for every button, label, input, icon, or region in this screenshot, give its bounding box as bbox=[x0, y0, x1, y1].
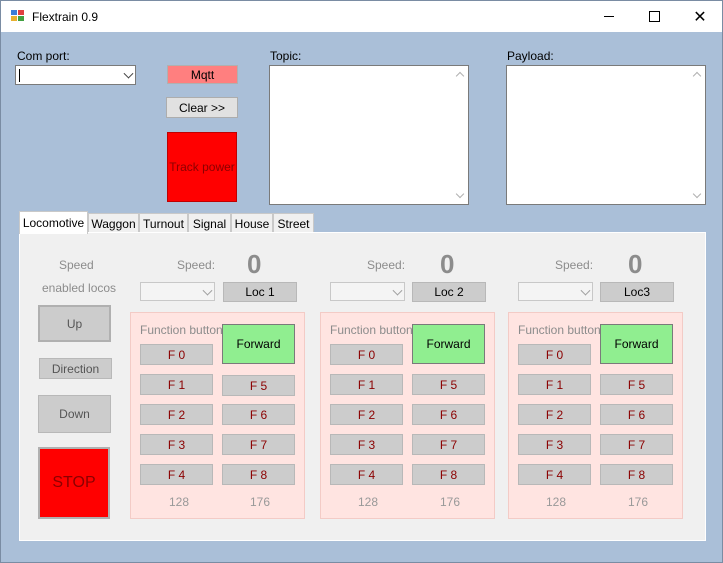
loco2-f5-button[interactable]: F 5 bbox=[412, 374, 485, 395]
tab-signal[interactable]: Signal bbox=[188, 213, 231, 233]
scroll-down-icon[interactable] bbox=[455, 189, 465, 199]
loco1-function-label: Function button bbox=[140, 323, 223, 337]
text-cursor bbox=[19, 69, 20, 82]
loco1-f1-button[interactable]: F 1 bbox=[140, 374, 213, 395]
direction-button[interactable]: Direction bbox=[39, 358, 112, 379]
enabled-locos-label: enabled locos bbox=[42, 281, 117, 295]
com-port-select[interactable] bbox=[15, 65, 136, 85]
loco1-forward-button[interactable]: Forward bbox=[222, 324, 295, 364]
loco2-f8-button[interactable]: F 8 bbox=[412, 464, 485, 485]
loco3-f2-button[interactable]: F 2 bbox=[518, 404, 591, 425]
tab-locomotive[interactable]: Locomotive bbox=[19, 211, 88, 234]
window-title: Flextrain 0.9 bbox=[32, 10, 99, 24]
loco2-f2-button[interactable]: F 2 bbox=[330, 404, 403, 425]
loco2-forward-button[interactable]: Forward bbox=[412, 324, 485, 364]
minimize-icon[interactable] bbox=[586, 1, 632, 32]
tab-street[interactable]: Street bbox=[273, 213, 314, 233]
chevron-down-icon bbox=[392, 285, 403, 296]
loco2-speed-label: Speed: bbox=[367, 258, 406, 272]
tab-waggon[interactable]: Waggon bbox=[88, 213, 139, 233]
speed-label: Speed bbox=[59, 258, 94, 272]
loco3-button[interactable]: Loc3 bbox=[600, 282, 674, 302]
chevron-down-icon bbox=[580, 285, 591, 296]
down-button[interactable]: Down bbox=[38, 395, 111, 433]
loco1-speed-value: 0 bbox=[247, 249, 262, 279]
loco1-f6-button[interactable]: F 6 bbox=[222, 404, 295, 425]
loco1-value-right: 176 bbox=[250, 495, 271, 509]
loco3-value-left: 128 bbox=[546, 495, 567, 509]
app-icon bbox=[11, 10, 25, 22]
loco2-f4-button[interactable]: F 4 bbox=[330, 464, 403, 485]
scroll-down-icon[interactable] bbox=[692, 189, 702, 199]
loco3-speed-label: Speed: bbox=[555, 258, 594, 272]
loco2-f0-button[interactable]: F 0 bbox=[330, 344, 403, 365]
up-button[interactable]: Up bbox=[38, 305, 111, 342]
loco1-f8-button[interactable]: F 8 bbox=[222, 464, 295, 485]
close-icon[interactable]: ✕ bbox=[677, 1, 723, 32]
loco3-f4-button[interactable]: F 4 bbox=[518, 464, 591, 485]
loco2-f1-button[interactable]: F 1 bbox=[330, 374, 403, 395]
clear-button[interactable]: Clear >> bbox=[166, 97, 238, 118]
title-bar: Flextrain 0.9 ✕ bbox=[1, 1, 722, 32]
mqtt-button[interactable]: Mqtt bbox=[167, 65, 238, 84]
loco2-f3-button[interactable]: F 3 bbox=[330, 434, 403, 455]
stop-button[interactable]: STOP bbox=[38, 447, 110, 519]
loco1-f7-button[interactable]: F 7 bbox=[222, 434, 295, 455]
loco1-f4-button[interactable]: F 4 bbox=[140, 464, 213, 485]
loco3-select[interactable] bbox=[518, 282, 593, 301]
loco3-value-right: 176 bbox=[628, 495, 649, 509]
loco2-speed-value: 0 bbox=[440, 249, 455, 279]
loco3-f5-button[interactable]: F 5 bbox=[600, 374, 673, 395]
loco3-f3-button[interactable]: F 3 bbox=[518, 434, 591, 455]
loco3-f7-button[interactable]: F 7 bbox=[600, 434, 673, 455]
payload-label: Payload: bbox=[507, 49, 554, 63]
chevron-down-icon bbox=[123, 68, 134, 79]
payload-scrollbar[interactable] bbox=[689, 66, 705, 204]
loco1-value-left: 128 bbox=[169, 495, 190, 509]
loco3-f0-button[interactable]: F 0 bbox=[518, 344, 591, 365]
loco2-f6-button[interactable]: F 6 bbox=[412, 404, 485, 425]
loco3-f1-button[interactable]: F 1 bbox=[518, 374, 591, 395]
loco1-button[interactable]: Loc 1 bbox=[223, 282, 297, 302]
loco2-f7-button[interactable]: F 7 bbox=[412, 434, 485, 455]
loco2-select[interactable] bbox=[330, 282, 405, 301]
loco2-button[interactable]: Loc 2 bbox=[412, 282, 486, 302]
topic-label: Topic: bbox=[270, 49, 302, 63]
topic-textbox[interactable] bbox=[269, 65, 469, 205]
loco1-f3-button[interactable]: F 3 bbox=[140, 434, 213, 455]
maximize-icon[interactable] bbox=[631, 1, 677, 32]
loco3-function-label: Function button bbox=[518, 323, 601, 337]
loco1-f0-button[interactable]: F 0 bbox=[140, 344, 213, 365]
chevron-down-icon bbox=[202, 285, 213, 296]
loco1-f5-button[interactable]: F 5 bbox=[222, 375, 295, 396]
loco1-select[interactable] bbox=[140, 282, 215, 301]
loco3-forward-button[interactable]: Forward bbox=[600, 324, 673, 364]
scroll-up-icon[interactable] bbox=[455, 71, 465, 81]
topic-scrollbar[interactable] bbox=[452, 66, 468, 204]
track-power-button[interactable]: Track power bbox=[167, 132, 237, 202]
loco1-f2-button[interactable]: F 2 bbox=[140, 404, 213, 425]
loco2-value-right: 176 bbox=[440, 495, 461, 509]
tab-turnout[interactable]: Turnout bbox=[139, 213, 188, 233]
scroll-up-icon[interactable] bbox=[692, 71, 702, 81]
loco2-value-left: 128 bbox=[358, 495, 379, 509]
payload-textbox[interactable] bbox=[506, 65, 706, 205]
app-window: Flextrain 0.9 ✕ Com port: Mqtt Clear >> … bbox=[0, 0, 723, 563]
loco3-f8-button[interactable]: F 8 bbox=[600, 464, 673, 485]
loco1-speed-label: Speed: bbox=[177, 258, 216, 272]
loco3-speed-value: 0 bbox=[628, 249, 643, 279]
loco3-f6-button[interactable]: F 6 bbox=[600, 404, 673, 425]
com-port-label: Com port: bbox=[17, 49, 70, 63]
loco2-function-label: Function button bbox=[330, 323, 413, 337]
tab-house[interactable]: House bbox=[231, 213, 273, 233]
